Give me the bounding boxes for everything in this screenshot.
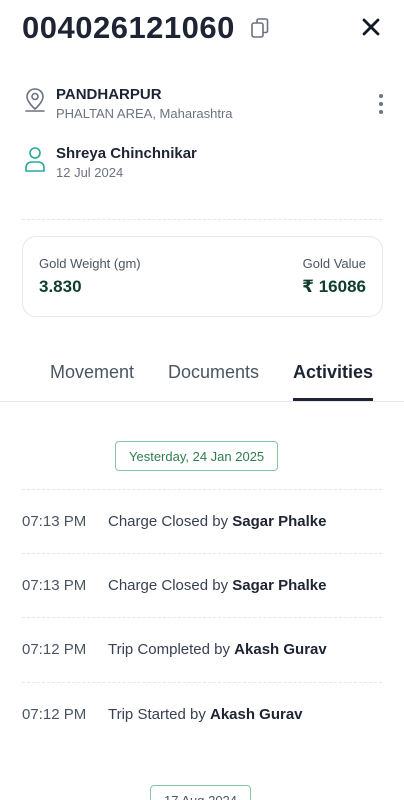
activity-time: 07:12 PM xyxy=(22,641,87,658)
tab-bar: Movement Documents Activities xyxy=(0,354,404,402)
activity-actor: Sagar Phalke xyxy=(232,513,327,530)
activity-actor: Akash Gurav xyxy=(209,706,303,723)
gold-value-label: Gold Value xyxy=(302,256,366,271)
activity-actor: Sagar Phalke xyxy=(232,577,327,594)
branch-name: PANDHARPUR xyxy=(56,86,162,103)
activity-description: Trip Started by Akash Gurav xyxy=(108,706,303,723)
customer-date: 12 Jul 2024 xyxy=(56,165,124,180)
activity-row: 07:12 PM Trip Started by Akash Gurav xyxy=(22,682,382,746)
activity-time: 07:13 PM xyxy=(22,513,87,530)
tab-documents[interactable]: Documents xyxy=(168,362,259,383)
activity-description: Charge Closed by Sagar Phalke xyxy=(108,513,327,530)
active-tab-indicator xyxy=(293,398,373,401)
activity-row: 07:13 PM Charge Closed by Sagar Phalke xyxy=(22,553,382,617)
activity-actor: Akash Gurav xyxy=(234,641,327,658)
more-options-icon[interactable] xyxy=(376,94,386,114)
customer-row: Shreya Chinchnikar 12 Jul 2024 xyxy=(22,145,386,181)
activity-row: 07:12 PM Trip Completed by Akash Gurav xyxy=(22,617,382,681)
user-icon xyxy=(22,145,48,173)
loan-id-title: 004026121060 xyxy=(22,10,235,45)
gold-weight-value: 3.830 xyxy=(39,277,82,296)
activity-description: Trip Completed by Akash Gurav xyxy=(108,641,327,658)
tab-movement[interactable]: Movement xyxy=(50,362,134,383)
area-name: PHALTAN AREA, Maharashtra xyxy=(56,106,233,121)
gold-summary-card: Gold Weight (gm) 3.830 Gold Value ₹ 1608… xyxy=(22,236,383,317)
gold-weight-label: Gold Weight (gm) xyxy=(39,256,141,271)
location-pin-icon xyxy=(22,86,48,114)
copy-icon[interactable] xyxy=(249,16,271,40)
divider xyxy=(22,219,382,220)
activity-time: 07:12 PM xyxy=(22,706,87,723)
date-chip: 17 Aug 2024 xyxy=(150,785,252,800)
header: 004026121060 xyxy=(22,8,386,48)
activity-description: Charge Closed by Sagar Phalke xyxy=(108,577,327,594)
close-icon[interactable] xyxy=(356,12,386,42)
gold-value-amount: ₹ 16086 xyxy=(302,277,366,296)
customer-name: Shreya Chinchnikar xyxy=(56,145,197,162)
activity-row: 07:13 PM Charge Closed by Sagar Phalke xyxy=(22,489,382,553)
tab-activities[interactable]: Activities xyxy=(293,362,373,383)
activity-time: 07:13 PM xyxy=(22,577,87,594)
date-chip: Yesterday, 24 Jan 2025 xyxy=(115,441,279,471)
location-row: PANDHARPUR PHALTAN AREA, Maharashtra xyxy=(22,86,386,122)
